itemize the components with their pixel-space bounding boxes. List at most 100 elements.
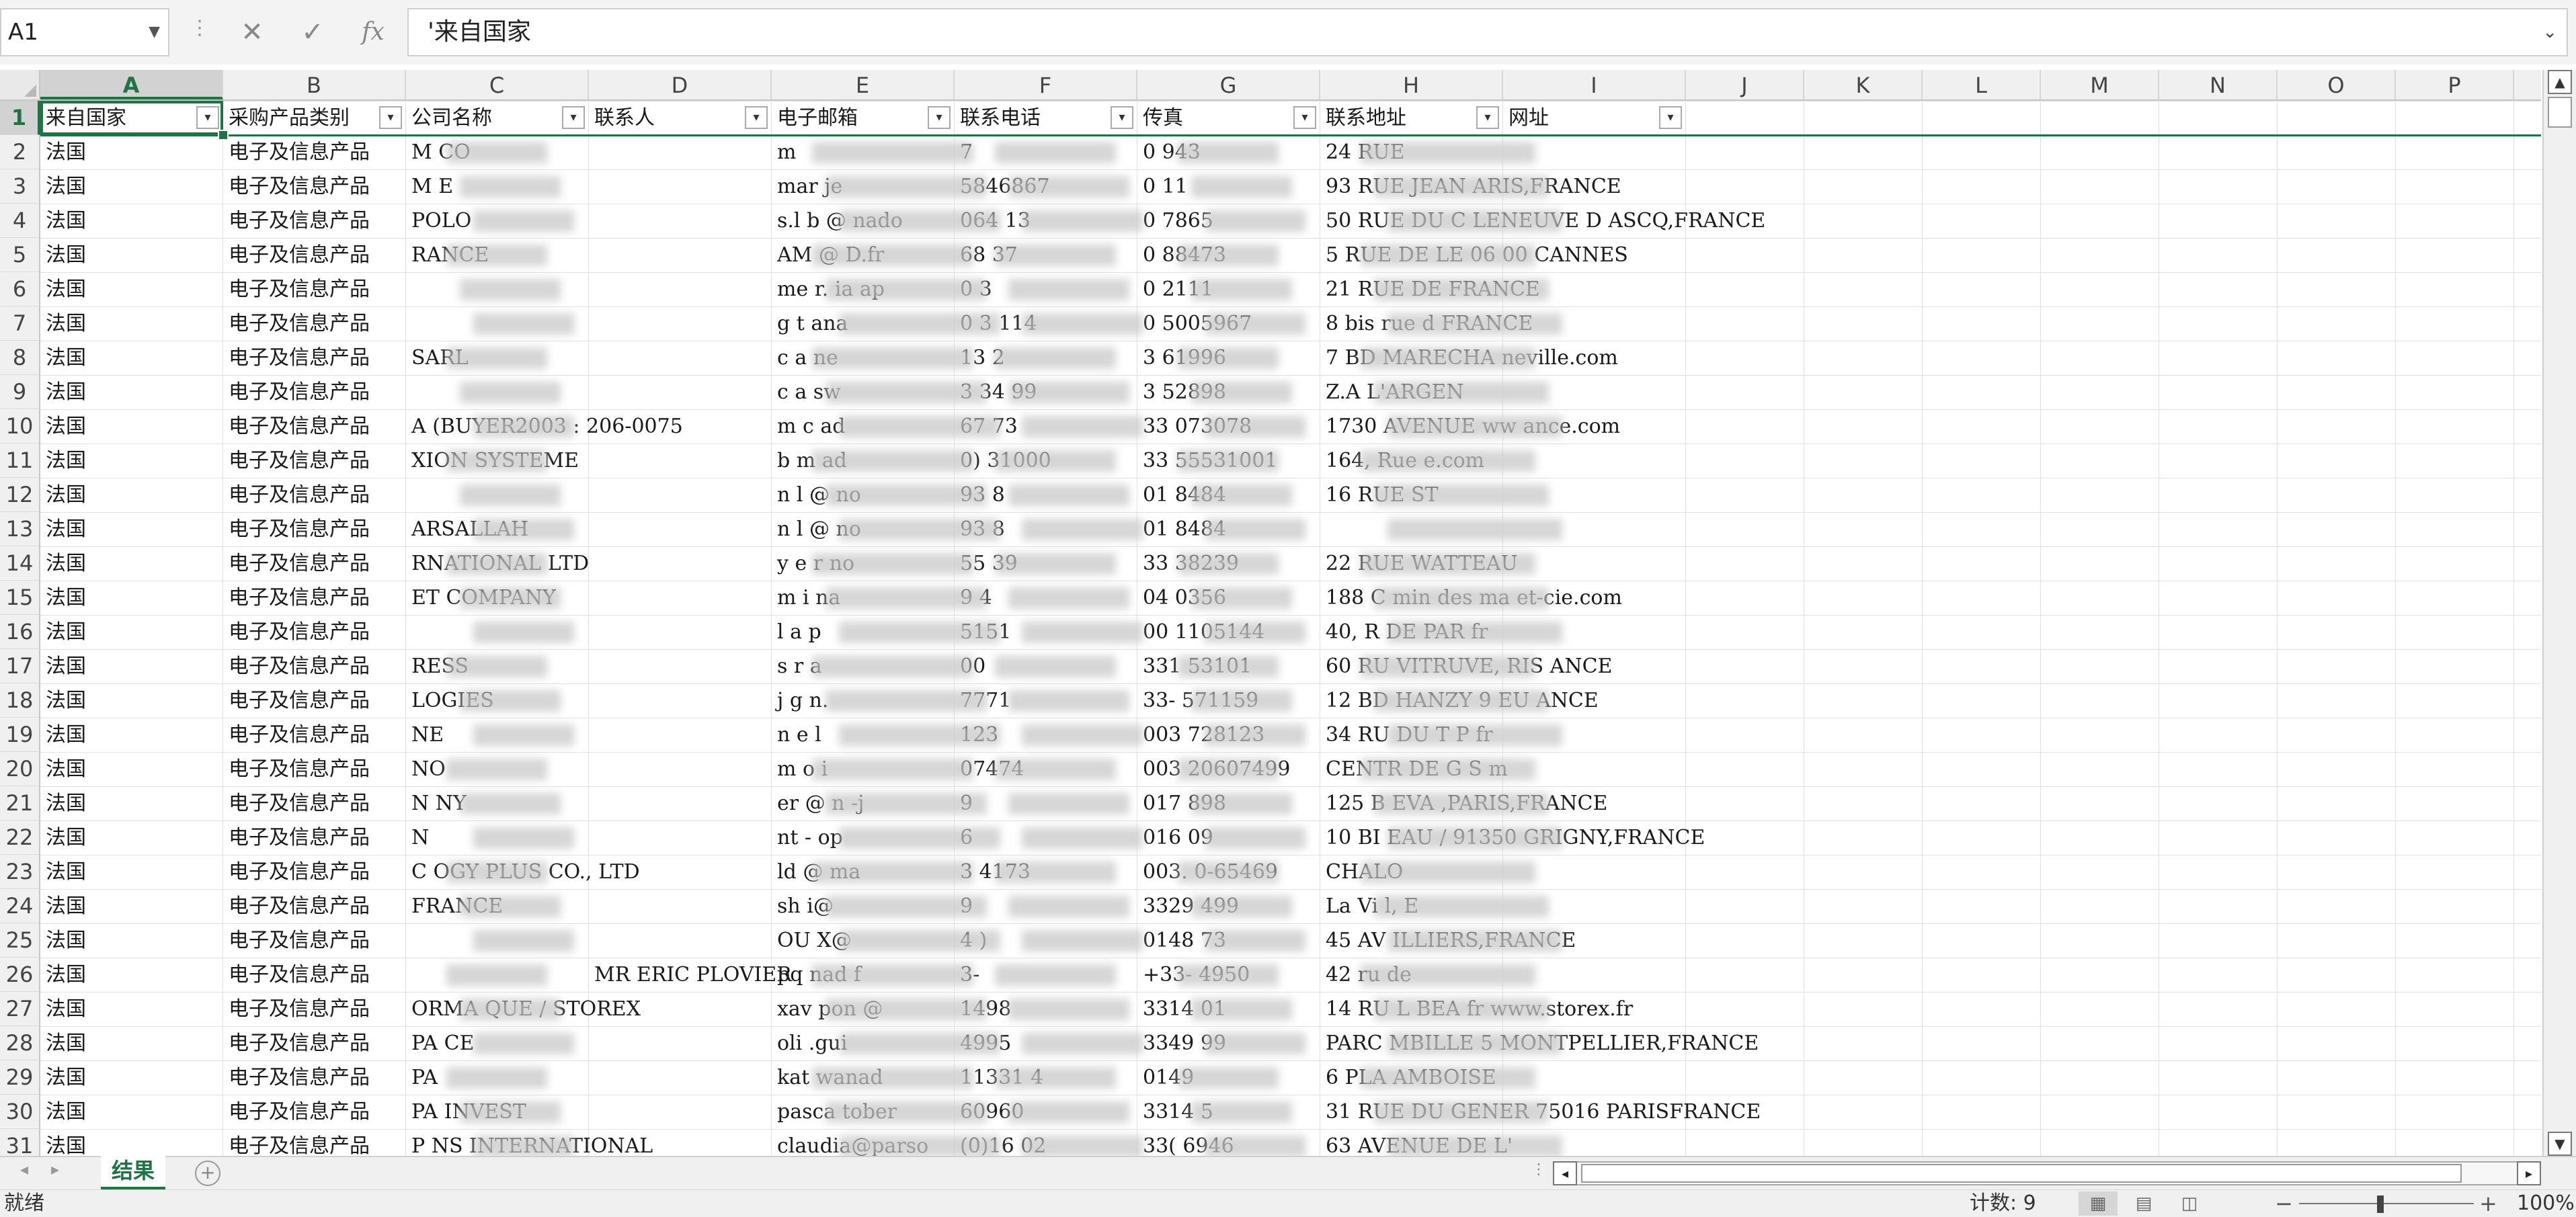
cell[interactable]: 0 7865 bbox=[1137, 204, 1213, 238]
cell[interactable]: 法国 bbox=[40, 272, 86, 306]
cell[interactable] bbox=[406, 375, 411, 409]
row-header[interactable]: 8 bbox=[0, 341, 40, 375]
cell[interactable] bbox=[589, 752, 594, 786]
cell[interactable]: N bbox=[406, 821, 429, 855]
cell[interactable] bbox=[589, 409, 594, 444]
cell[interactable]: 电子及信息产品 bbox=[223, 821, 370, 855]
cell[interactable] bbox=[589, 1060, 594, 1095]
column-header-l[interactable]: L bbox=[1923, 70, 2041, 99]
cell[interactable] bbox=[406, 615, 411, 649]
cell[interactable] bbox=[589, 889, 594, 923]
cell[interactable]: 电子及信息产品 bbox=[223, 375, 370, 409]
normal-view-icon[interactable]: ▦ bbox=[2079, 1191, 2118, 1216]
row-header[interactable]: 21 bbox=[0, 786, 40, 821]
cell[interactable]: POLO bbox=[406, 204, 471, 238]
cell[interactable]: 电子及信息产品 bbox=[223, 1095, 370, 1129]
cell[interactable]: 法国 bbox=[40, 786, 86, 821]
row-header[interactable]: 18 bbox=[0, 683, 40, 718]
row-header[interactable]: 3 bbox=[0, 169, 40, 204]
column-header-c[interactable]: C bbox=[406, 70, 589, 99]
filter-dropdown-icon[interactable]: ▾ bbox=[928, 106, 951, 129]
column-header-n[interactable]: N bbox=[2159, 70, 2278, 99]
cell[interactable]: 电子及信息产品 bbox=[223, 1026, 370, 1060]
cell[interactable]: MR ERIC PLOVIER bbox=[589, 958, 792, 992]
enter-icon[interactable]: ✓ bbox=[289, 11, 336, 54]
cell[interactable]: 法国 bbox=[40, 683, 86, 718]
cell[interactable]: 法国 bbox=[40, 478, 86, 512]
scroll-right-icon[interactable]: ▸ bbox=[2517, 1161, 2541, 1185]
cell[interactable] bbox=[589, 1095, 594, 1129]
cell[interactable]: 法国 bbox=[40, 546, 86, 581]
cell[interactable] bbox=[406, 923, 411, 958]
row-header[interactable]: 15 bbox=[0, 581, 40, 615]
row-header[interactable]: 16 bbox=[0, 615, 40, 649]
column-header-e[interactable]: E bbox=[772, 70, 955, 99]
row-header[interactable]: 27 bbox=[0, 992, 40, 1026]
spreadsheet-grid[interactable]: ABCDEFGHIJKLMNOP 1 2 3 4 5 6 7 8 9 10 11 12 13 14 15 16… bbox=[0, 70, 2541, 1156]
cell[interactable]: 法国 bbox=[40, 135, 86, 169]
cell[interactable] bbox=[589, 272, 594, 306]
row-header[interactable]: 25 bbox=[0, 923, 40, 958]
row-header[interactable]: 30 bbox=[0, 1095, 40, 1129]
horizontal-scroll-thumb[interactable] bbox=[1581, 1164, 2462, 1183]
row-header[interactable]: 2 bbox=[0, 135, 40, 169]
filter-dropdown-icon[interactable]: ▾ bbox=[562, 106, 585, 129]
cell[interactable]: oli .gui bbox=[772, 1026, 847, 1060]
cell[interactable] bbox=[589, 375, 594, 409]
cell[interactable]: 法国 bbox=[40, 1060, 86, 1095]
cell[interactable]: NO bbox=[406, 752, 446, 786]
cell[interactable]: 法国 bbox=[40, 444, 86, 478]
tab-prev-icon[interactable]: ◂ bbox=[20, 1160, 28, 1179]
column-header-m[interactable]: M bbox=[2041, 70, 2159, 99]
cell[interactable]: 电子及信息产品 bbox=[223, 581, 370, 615]
zoom-slider-thumb[interactable] bbox=[2377, 1195, 2384, 1213]
cell[interactable]: 法国 bbox=[40, 512, 86, 546]
cell[interactable] bbox=[406, 478, 411, 512]
cell[interactable]: 电子及信息产品 bbox=[223, 855, 370, 889]
cell[interactable]: m c ad bbox=[772, 409, 845, 444]
cell[interactable] bbox=[589, 512, 594, 546]
row-header[interactable]: 7 bbox=[0, 306, 40, 341]
cell[interactable]: 法国 bbox=[40, 821, 86, 855]
cell[interactable] bbox=[406, 306, 411, 341]
row-header[interactable]: 1 bbox=[0, 101, 40, 135]
filter-dropdown-icon[interactable]: ▾ bbox=[196, 106, 219, 129]
row-header[interactable]: 4 bbox=[0, 204, 40, 238]
column-header-f[interactable]: F bbox=[955, 70, 1137, 99]
cell[interactable]: N NY bbox=[406, 786, 467, 821]
column-header-a[interactable]: A bbox=[40, 70, 223, 99]
formula-input[interactable]: '来自国家 ⌄ bbox=[407, 8, 2568, 56]
filter-dropdown-icon[interactable]: ▾ bbox=[1659, 106, 1682, 129]
page-break-icon[interactable]: ◫ bbox=[2170, 1191, 2209, 1216]
cell[interactable]: 法国 bbox=[40, 1095, 86, 1129]
cell[interactable] bbox=[589, 204, 594, 238]
cell[interactable] bbox=[589, 581, 594, 615]
cell[interactable]: 电子及信息产品 bbox=[223, 683, 370, 718]
cell[interactable] bbox=[589, 718, 594, 752]
row-header[interactable]: 28 bbox=[0, 1026, 40, 1060]
tab-next-icon[interactable]: ▸ bbox=[51, 1160, 59, 1179]
cell[interactable] bbox=[589, 546, 594, 581]
cell[interactable]: 法国 bbox=[40, 409, 86, 444]
cell[interactable]: 法国 bbox=[40, 375, 86, 409]
cell[interactable] bbox=[1320, 512, 1326, 546]
cell[interactable]: 电子及信息产品 bbox=[223, 1060, 370, 1095]
cell[interactable]: 电子及信息产品 bbox=[223, 409, 370, 444]
cell[interactable]: 电子及信息产品 bbox=[223, 752, 370, 786]
page-layout-icon[interactable]: ▤ bbox=[2124, 1191, 2163, 1216]
row-header[interactable]: 10 bbox=[0, 409, 40, 444]
cell[interactable]: 电子及信息产品 bbox=[223, 546, 370, 581]
column-header-g[interactable]: G bbox=[1137, 70, 1320, 99]
zoom-out-icon[interactable]: − bbox=[2275, 1190, 2293, 1217]
cell[interactable]: 法国 bbox=[40, 855, 86, 889]
row-header[interactable]: 5 bbox=[0, 238, 40, 272]
cell[interactable] bbox=[589, 1026, 594, 1060]
cell[interactable]: 法国 bbox=[40, 204, 86, 238]
select-all-corner[interactable] bbox=[0, 70, 40, 101]
cell[interactable]: 法国 bbox=[40, 718, 86, 752]
zoom-level[interactable]: 100% bbox=[2517, 1190, 2575, 1217]
cell[interactable]: 电子及信息产品 bbox=[223, 786, 370, 821]
cell[interactable]: m bbox=[772, 135, 796, 169]
cell[interactable]: 法国 bbox=[40, 1026, 86, 1060]
cell[interactable]: 电子及信息产品 bbox=[223, 889, 370, 923]
